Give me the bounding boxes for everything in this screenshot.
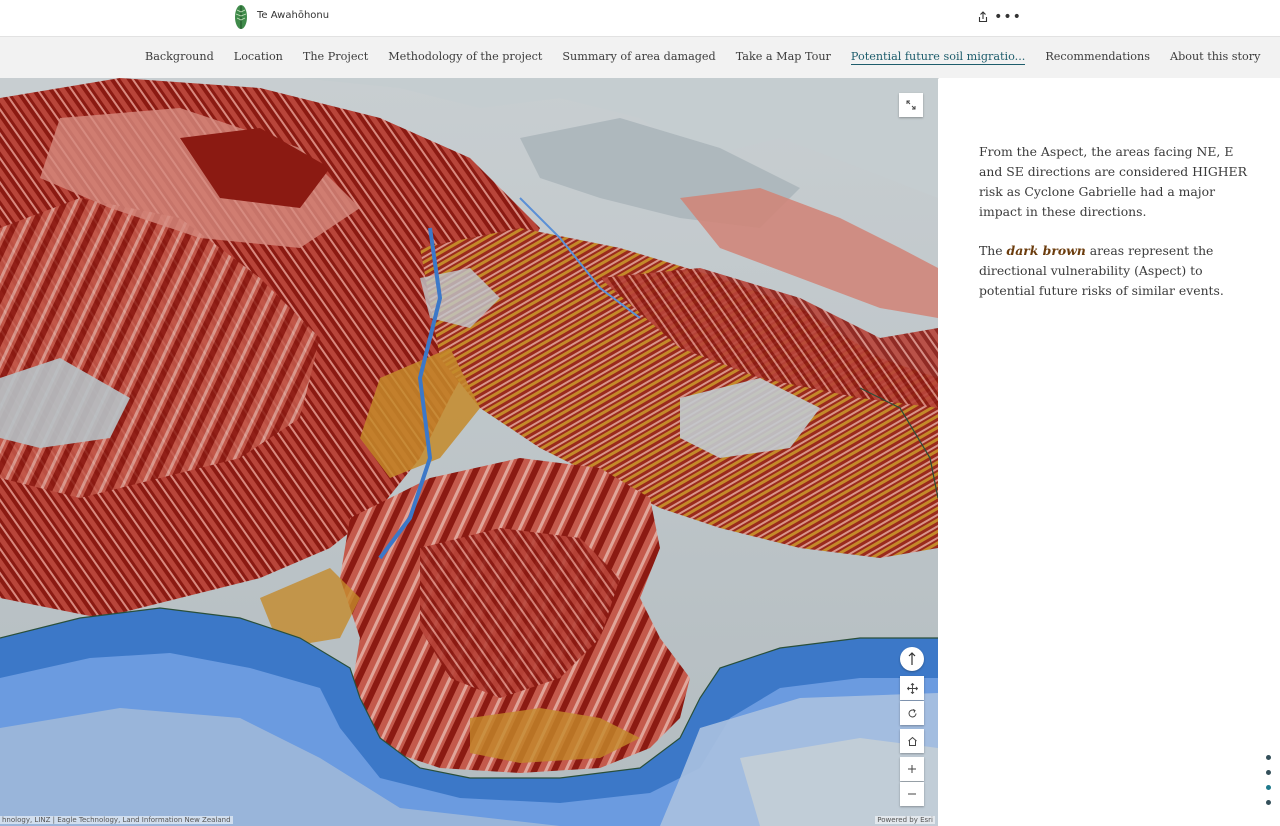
nav-item-methodology[interactable]: Methodology of the project bbox=[388, 50, 542, 65]
fullscreen-button[interactable] bbox=[899, 93, 923, 117]
zoom-out-icon bbox=[908, 793, 916, 795]
zoom-in-button[interactable] bbox=[900, 757, 924, 781]
nav-item-background[interactable]: Background bbox=[145, 50, 214, 65]
powered-by-esri[interactable]: Powered by Esri bbox=[875, 816, 935, 824]
site-header: Te Awahōhonu ••• bbox=[0, 0, 1280, 37]
narrative-paragraph-aspect: From the Aspect, the areas facing NE, E … bbox=[979, 144, 1247, 219]
more-options-button[interactable]: ••• bbox=[994, 8, 1021, 26]
home-button[interactable] bbox=[900, 729, 924, 753]
nav-item-location[interactable]: Location bbox=[234, 50, 283, 65]
compass-icon bbox=[908, 652, 916, 665]
progress-dot-active[interactable] bbox=[1266, 785, 1271, 790]
story-navigation: Background Location The Project Methodol… bbox=[0, 37, 1280, 79]
para2-prefix: The bbox=[979, 243, 1007, 258]
map-view-3d[interactable]: hnology, LINZ | Eagle Technology, Land I… bbox=[0, 78, 938, 826]
dark-brown-highlight: dark brown bbox=[1006, 243, 1086, 258]
nav-item-recommendations[interactable]: Recommendations bbox=[1045, 50, 1150, 65]
narrative-panel: From the Aspect, the areas facing NE, E … bbox=[939, 78, 1280, 826]
rotate-icon bbox=[908, 708, 916, 717]
terrain-aspect-layer[interactable] bbox=[0, 78, 938, 826]
nav-item-map-tour[interactable]: Take a Map Tour bbox=[736, 50, 831, 65]
nav-item-summary-area-damaged[interactable]: Summary of area damaged bbox=[562, 50, 715, 65]
nav-item-about-story[interactable]: About this story bbox=[1170, 50, 1260, 65]
share-button[interactable] bbox=[974, 8, 992, 26]
progress-dot[interactable] bbox=[1266, 755, 1271, 760]
share-icon bbox=[978, 11, 988, 23]
home-icon bbox=[907, 736, 917, 746]
site-title[interactable]: Te Awahōhonu bbox=[257, 10, 329, 21]
progress-dot[interactable] bbox=[1266, 800, 1271, 805]
zoom-in-icon bbox=[908, 765, 916, 773]
compass-button[interactable] bbox=[900, 647, 924, 671]
section-progress-dots bbox=[1266, 755, 1272, 815]
pan-button[interactable] bbox=[900, 676, 924, 700]
progress-dot[interactable] bbox=[1266, 770, 1271, 775]
nav-item-the-project[interactable]: The Project bbox=[303, 50, 368, 65]
map-attribution[interactable]: hnology, LINZ | Eagle Technology, Land I… bbox=[0, 816, 233, 824]
more-icon: ••• bbox=[994, 9, 1022, 25]
zoom-out-button[interactable] bbox=[900, 782, 924, 806]
leaf-logo-icon[interactable] bbox=[233, 4, 249, 30]
rotate-button[interactable] bbox=[900, 701, 924, 725]
expand-icon bbox=[906, 100, 916, 110]
pan-icon bbox=[906, 682, 918, 694]
narrative-paragraph-dark-brown: The dark brown areas represent the direc… bbox=[979, 241, 1254, 301]
nav-item-potential-soil-migration[interactable]: Potential future soil migratio... bbox=[850, 50, 1026, 65]
